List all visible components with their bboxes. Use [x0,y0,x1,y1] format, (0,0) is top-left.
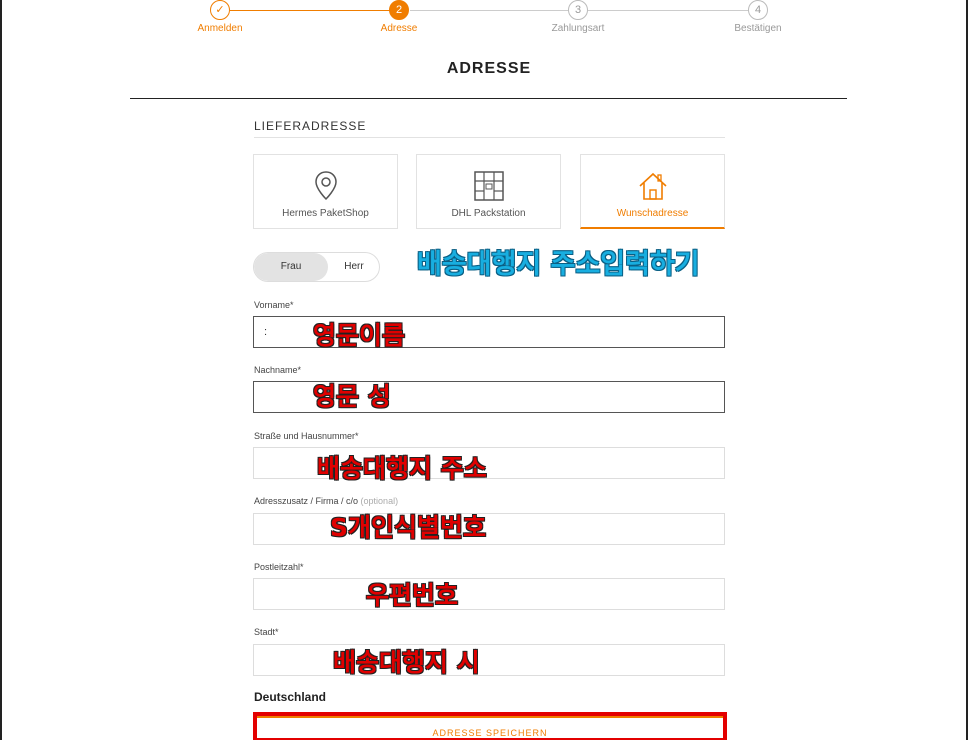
step-bestaetigen: 4 Bestätigen [698,0,818,34]
step-number: 2 [389,0,409,20]
vorname-input[interactable] [253,316,725,348]
save-button-label: ADRESSE SPEICHERN [432,728,548,738]
option-label: Hermes PaketShop [282,208,369,219]
country-label: Deutschland [254,690,327,704]
annotation-header: 배송대행지 주소입력하기 [417,249,700,280]
option-label: DHL Packstation [451,208,526,219]
gender-herr[interactable]: Herr [328,253,379,281]
page-title: ADRESSE [446,60,532,77]
nachname-label: Nachname* [254,365,302,375]
save-address-button[interactable]: ADRESSE SPEICHERN [253,712,727,740]
section-title: LIEFERADRESSE [254,119,367,133]
adresszusatz-label-text: Adresszusatz / Firma / c/o [254,496,359,506]
adresszusatz-input[interactable] [253,513,725,545]
stadt-input[interactable] [253,644,725,676]
step-adresse[interactable]: 2 Adresse [339,0,459,34]
step-label: Bestätigen [734,23,782,34]
option-label: Wunschadresse [616,208,689,219]
gender-frau[interactable]: Frau [254,253,328,281]
gender-toggle[interactable]: Frau Herr [253,252,380,282]
strasse-label: Straße und Hausnummer* [254,431,359,441]
postleitzahl-label: Postleitzahl* [254,562,304,572]
vorname-label: Vorname* [254,300,294,310]
step-number: 4 [748,0,768,20]
step-number: 3 [568,0,588,20]
option-hermes-paketshop[interactable]: Hermes PaketShop [253,154,398,229]
optional-hint: (optional) [360,496,399,506]
adresszusatz-label: Adresszusatz / Firma / c/o (optional) [254,496,398,506]
step-label: Adresse [380,23,418,34]
house-icon [638,172,667,200]
title-divider [130,98,847,99]
nachname-input[interactable] [253,381,725,413]
stadt-label: Stadt* [254,627,279,637]
step-label: Zahlungsart [551,23,605,34]
checkmark-icon: ✓ [210,0,230,20]
strasse-input[interactable] [253,447,725,479]
location-pin-icon [314,171,337,201]
option-wunschadresse[interactable]: Wunschadresse [580,154,725,229]
step-zahlungsart: 3 Zahlungsart [518,0,638,34]
option-dhl-packstation[interactable]: DHL Packstation [416,154,561,229]
checkout-stepper: ✓ Anmelden 2 Adresse 3 Zahlungsart 4 Bes… [0,0,968,40]
packstation-icon [473,171,504,201]
window-frame [0,0,968,740]
step-label: Anmelden [197,23,243,34]
step-anmelden[interactable]: ✓ Anmelden [160,0,280,34]
postleitzahl-input[interactable] [253,578,725,610]
section-divider [254,137,725,138]
